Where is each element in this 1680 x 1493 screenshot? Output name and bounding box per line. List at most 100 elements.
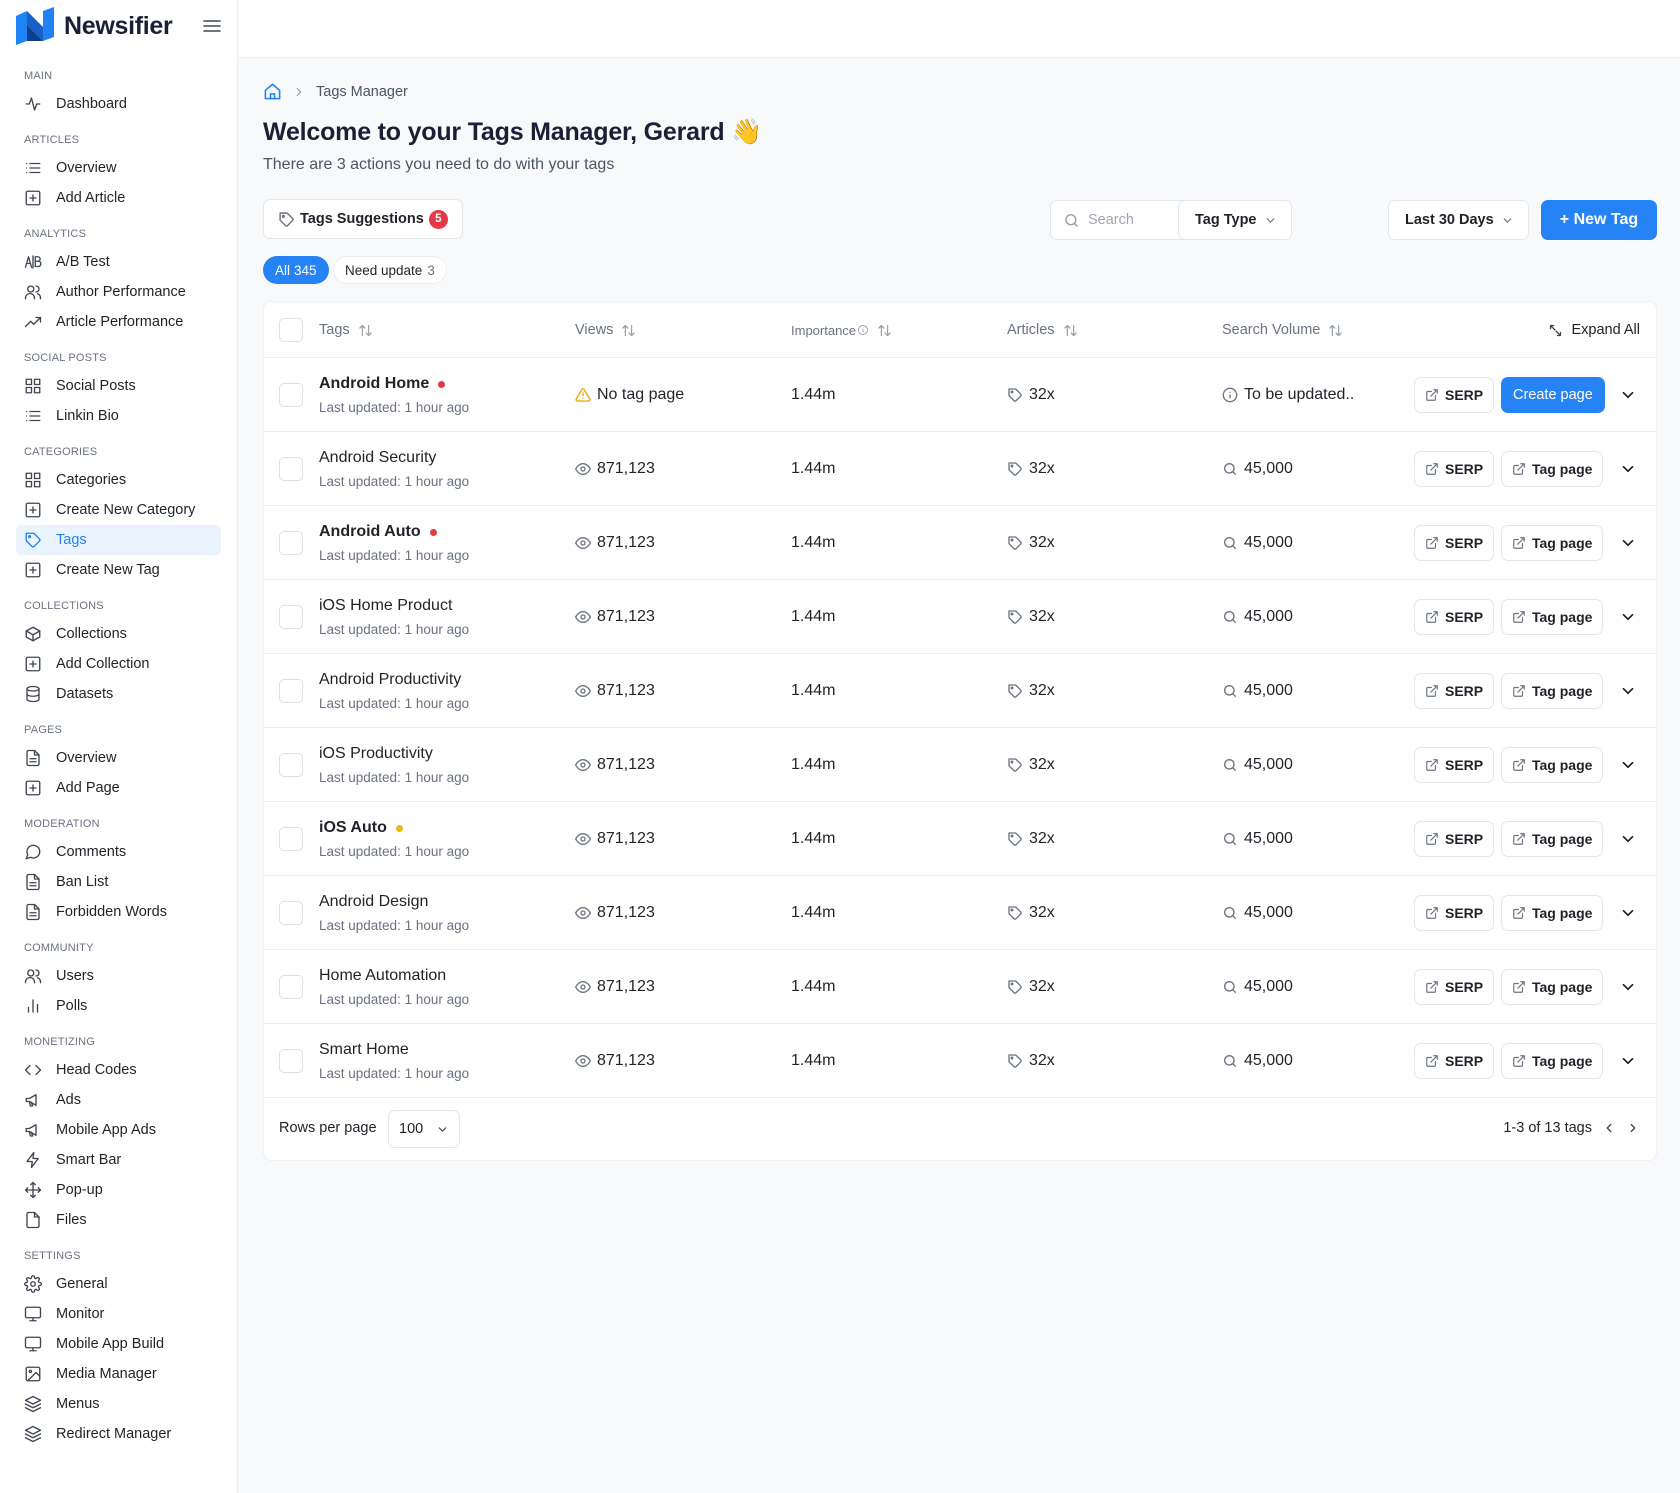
- sidebar-item-article-performance[interactable]: Article Performance: [16, 307, 221, 337]
- tag-page-button[interactable]: Tag page: [1501, 747, 1604, 783]
- sidebar-item-add-collection[interactable]: Add Collection: [16, 649, 221, 679]
- sidebar-item-dashboard[interactable]: Dashboard: [16, 89, 221, 119]
- chevron-down-icon[interactable]: [1619, 830, 1637, 848]
- tag-page-button[interactable]: Tag page: [1501, 525, 1604, 561]
- sidebar-item-create-new-category[interactable]: Create New Category: [16, 495, 221, 525]
- column-importance[interactable]: Importance: [791, 302, 892, 358]
- sidebar-item-forbidden-words[interactable]: Forbidden Words: [16, 897, 221, 927]
- row-checkbox[interactable]: [279, 457, 303, 481]
- sidebar-item-smart-bar[interactable]: Smart Bar: [16, 1145, 221, 1175]
- chevron-down-icon[interactable]: [1619, 386, 1637, 404]
- chevron-down-icon[interactable]: [1619, 682, 1637, 700]
- sidebar-item-mobile-app-ads[interactable]: Mobile App Ads: [16, 1115, 221, 1145]
- home-icon[interactable]: [263, 82, 282, 101]
- chevron-down-icon[interactable]: [1619, 904, 1637, 922]
- sidebar-item-linkin-bio[interactable]: Linkin Bio: [16, 401, 221, 431]
- row-checkbox[interactable]: [279, 901, 303, 925]
- tag-page-button[interactable]: Tag page: [1501, 673, 1604, 709]
- tags-suggestions-button[interactable]: Tags Suggestions 5: [263, 199, 463, 239]
- sidebar-item-overview[interactable]: Overview: [16, 743, 221, 773]
- sidebar-item-polls[interactable]: Polls: [16, 991, 221, 1021]
- chevron-down-icon[interactable]: [1619, 978, 1637, 996]
- chevron-down-icon[interactable]: [1619, 756, 1637, 774]
- column-views[interactable]: Views: [575, 302, 636, 358]
- tag-name[interactable]: Android Design: [319, 893, 469, 911]
- row-checkbox[interactable]: [279, 383, 303, 407]
- sidebar-item-menus[interactable]: Menus: [16, 1389, 221, 1419]
- date-range-dropdown[interactable]: Last 30 Days: [1388, 200, 1529, 240]
- row-checkbox[interactable]: [279, 827, 303, 851]
- tag-name[interactable]: Android Home: [319, 375, 469, 393]
- sidebar-item-tags[interactable]: Tags: [16, 525, 221, 555]
- sidebar-item-social-posts[interactable]: Social Posts: [16, 371, 221, 401]
- next-page-icon[interactable]: [1626, 1121, 1640, 1135]
- chevron-down-icon[interactable]: [1619, 534, 1637, 552]
- serp-button[interactable]: SERP: [1414, 599, 1495, 635]
- tag-name[interactable]: Home Automation: [319, 967, 469, 985]
- rows-per-page-select[interactable]: 100: [388, 1110, 460, 1148]
- tag-page-button[interactable]: Tag page: [1501, 969, 1604, 1005]
- sidebar-item-files[interactable]: Files: [16, 1205, 221, 1235]
- tag-name[interactable]: Android Productivity: [319, 671, 469, 689]
- serp-button[interactable]: SERP: [1414, 451, 1495, 487]
- sidebar-item-collections[interactable]: Collections: [16, 619, 221, 649]
- sidebar-item-media-manager[interactable]: Media Manager: [16, 1359, 221, 1389]
- filter-all-pill[interactable]: All 345: [263, 256, 329, 284]
- chevron-down-icon[interactable]: [1619, 460, 1637, 478]
- serp-button[interactable]: SERP: [1414, 969, 1495, 1005]
- row-checkbox[interactable]: [279, 531, 303, 555]
- sidebar-item-ads[interactable]: Ads: [16, 1085, 221, 1115]
- tag-page-button[interactable]: Tag page: [1501, 895, 1604, 931]
- sidebar-item-redirect-manager[interactable]: Redirect Manager: [16, 1419, 221, 1449]
- create-page-button[interactable]: Create page: [1501, 377, 1605, 413]
- sidebar-item-ban-list[interactable]: Ban List: [16, 867, 221, 897]
- new-tag-button[interactable]: + New Tag: [1541, 200, 1657, 240]
- serp-button[interactable]: SERP: [1414, 525, 1495, 561]
- sidebar-item-general[interactable]: General: [16, 1269, 221, 1299]
- tag-name[interactable]: Android Auto: [319, 523, 469, 541]
- serp-button[interactable]: SERP: [1414, 747, 1495, 783]
- tag-name[interactable]: Smart Home: [319, 1041, 469, 1059]
- serp-button[interactable]: SERP: [1414, 1043, 1495, 1079]
- tag-page-button[interactable]: Tag page: [1501, 451, 1604, 487]
- tag-page-button[interactable]: Tag page: [1501, 821, 1604, 857]
- column-search-volume[interactable]: Search Volume: [1222, 302, 1343, 358]
- serp-button[interactable]: SERP: [1414, 895, 1495, 931]
- tag-name[interactable]: Android Security: [319, 449, 469, 467]
- sidebar-item-overview[interactable]: Overview: [16, 153, 221, 183]
- expand-all-button[interactable]: Expand All: [1548, 302, 1640, 358]
- sidebar-item-datasets[interactable]: Datasets: [16, 679, 221, 709]
- tag-name[interactable]: iOS Auto: [319, 819, 469, 837]
- sidebar-item-categories[interactable]: Categories: [16, 465, 221, 495]
- sidebar-item-add-page[interactable]: Add Page: [16, 773, 221, 803]
- sidebar-item-author-performance[interactable]: Author Performance: [16, 277, 221, 307]
- serp-button[interactable]: SERP: [1414, 673, 1495, 709]
- row-checkbox[interactable]: [279, 753, 303, 777]
- sidebar-item-create-new-tag[interactable]: Create New Tag: [16, 555, 221, 585]
- row-checkbox[interactable]: [279, 679, 303, 703]
- filter-need-update-pill[interactable]: Need update 3: [333, 256, 447, 284]
- column-articles[interactable]: Articles: [1007, 302, 1078, 358]
- column-tags[interactable]: Tags: [319, 302, 373, 358]
- sidebar-item-comments[interactable]: Comments: [16, 837, 221, 867]
- tag-name[interactable]: iOS Productivity: [319, 745, 469, 763]
- sidebar-item-add-article[interactable]: Add Article: [16, 183, 221, 213]
- chevron-down-icon[interactable]: [1619, 1052, 1637, 1070]
- sidebar-item-a-b-test[interactable]: A/B Test: [16, 247, 221, 277]
- sidebar-item-pop-up[interactable]: Pop-up: [16, 1175, 221, 1205]
- sidebar-item-mobile-app-build[interactable]: Mobile App Build: [16, 1329, 221, 1359]
- sidebar-item-users[interactable]: Users: [16, 961, 221, 991]
- select-all-checkbox[interactable]: [279, 318, 303, 342]
- tag-page-button[interactable]: Tag page: [1501, 1043, 1604, 1079]
- prev-page-icon[interactable]: [1602, 1121, 1616, 1135]
- serp-button[interactable]: SERP: [1414, 821, 1495, 857]
- tag-type-dropdown[interactable]: Tag Type: [1178, 200, 1292, 240]
- menu-toggle-icon[interactable]: [202, 17, 222, 35]
- row-checkbox[interactable]: [279, 1049, 303, 1073]
- sidebar-item-monitor[interactable]: Monitor: [16, 1299, 221, 1329]
- sidebar-item-head-codes[interactable]: Head Codes: [16, 1055, 221, 1085]
- tag-page-button[interactable]: Tag page: [1501, 599, 1604, 635]
- chevron-down-icon[interactable]: [1619, 608, 1637, 626]
- serp-button[interactable]: SERP: [1414, 377, 1495, 413]
- tag-name[interactable]: iOS Home Product: [319, 597, 469, 615]
